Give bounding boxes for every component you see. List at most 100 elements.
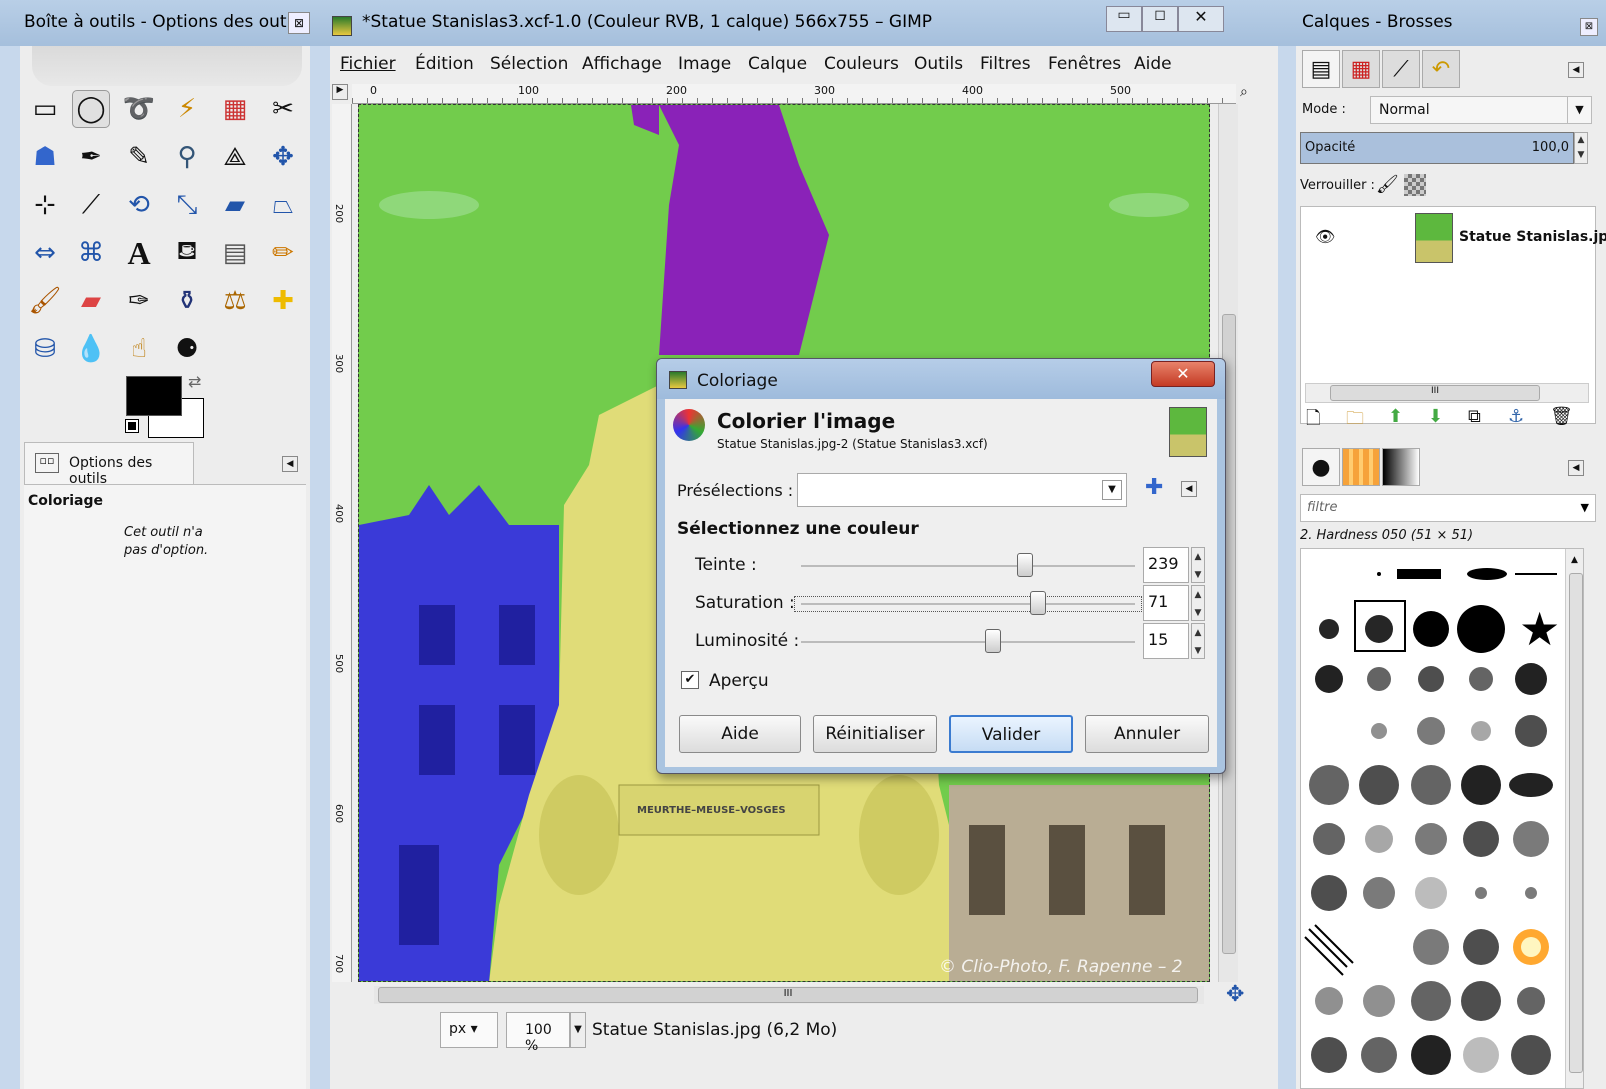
visibility-eye-icon[interactable]: 👁: [1315, 227, 1335, 246]
navigation-move-icon[interactable]: ✥: [1226, 982, 1244, 1007]
layers-close-icon[interactable]: ⊠: [1580, 18, 1598, 36]
text-icon[interactable]: A: [120, 234, 158, 272]
lock-alpha-icon[interactable]: [1404, 174, 1426, 196]
undo-tab-icon[interactable]: ↶: [1422, 50, 1460, 88]
menu-outils[interactable]: Outils: [914, 54, 963, 74]
paths-icon[interactable]: ✒: [72, 138, 110, 176]
navigate-icon[interactable]: ▶: [332, 84, 348, 100]
dodge-burn-icon[interactable]: ⚈: [168, 330, 206, 368]
bucket-fill-icon[interactable]: ⛾: [168, 234, 206, 272]
presets-combo[interactable]: ▼: [797, 473, 1127, 507]
layers-hscroll-thumb[interactable]: III: [1330, 385, 1540, 401]
brush-grid[interactable]: ★ ▲: [1300, 548, 1584, 1089]
rotate-icon[interactable]: ⟲: [120, 186, 158, 224]
dialog-close-button[interactable]: ✕: [1151, 361, 1215, 387]
menu-affichage[interactable]: Affichage: [582, 54, 662, 74]
lightness-value-field[interactable]: 15: [1143, 623, 1189, 659]
rect-select-icon[interactable]: ▭: [26, 90, 64, 128]
duplicate-layer-icon[interactable]: ⧉: [1468, 406, 1481, 427]
ink-icon[interactable]: ⚱: [168, 282, 206, 320]
zoom-select[interactable]: 100 %: [506, 1012, 570, 1054]
toolbox-close-icon[interactable]: ⊠: [288, 12, 310, 34]
delete-layer-icon[interactable]: 🗑: [1550, 406, 1573, 427]
cage-icon[interactable]: ⌘: [72, 234, 110, 272]
ellipse-select-icon[interactable]: ◯: [72, 90, 110, 128]
preview-label[interactable]: Aperçu: [709, 671, 769, 691]
menu-fichier[interactable]: Fichier: [340, 54, 396, 74]
menu-edition[interactable]: Édition: [415, 54, 474, 74]
horizontal-scroll-thumb[interactable]: III: [378, 987, 1198, 1003]
saturation-track[interactable]: [794, 596, 1142, 612]
brushes-menu-icon[interactable]: ◀: [1568, 460, 1584, 476]
preview-checkbox[interactable]: ✔: [681, 671, 699, 689]
lock-paint-icon[interactable]: 🖌: [1376, 174, 1399, 195]
brush-grid-scrollbar[interactable]: ▲: [1565, 549, 1583, 1088]
layers-menu-icon[interactable]: ◀: [1568, 62, 1584, 78]
presets-dropdown-icon[interactable]: ▼: [1102, 480, 1122, 500]
maximize-button[interactable]: ◻: [1142, 6, 1178, 32]
opacity-field[interactable]: Opacité 100,0: [1300, 132, 1574, 164]
heal-icon[interactable]: ✚: [264, 282, 302, 320]
menu-selection[interactable]: Sélection: [490, 54, 568, 74]
lasso-icon[interactable]: ➰: [120, 90, 158, 128]
lightness-track[interactable]: [801, 641, 1135, 643]
flip-icon[interactable]: ⇔: [26, 234, 64, 272]
brush-scroll-up-icon[interactable]: ▲: [1571, 555, 1578, 565]
airbrush-icon[interactable]: ✑: [120, 282, 158, 320]
tool-options-tab[interactable]: ▫▫ Options des outils: [24, 442, 194, 487]
minimize-button[interactable]: ▭: [1106, 6, 1142, 32]
brush-scroll-thumb[interactable]: [1569, 573, 1583, 1073]
paintbrush-icon[interactable]: 🖌: [26, 282, 64, 320]
lightness-spin-arrows[interactable]: ▲ ▼: [1191, 623, 1205, 659]
menu-filtres[interactable]: Filtres: [980, 54, 1031, 74]
lower-layer-icon[interactable]: ⬇: [1428, 406, 1443, 427]
saturation-value-field[interactable]: 71: [1143, 585, 1189, 621]
pencil-icon[interactable]: ✏: [264, 234, 302, 272]
add-preset-icon[interactable]: ✚: [1145, 475, 1163, 500]
saturation-spin-arrows[interactable]: ▲ ▼: [1191, 585, 1205, 621]
move-icon[interactable]: ✥: [264, 138, 302, 176]
hue-slider-thumb[interactable]: [1016, 553, 1033, 577]
saturation-slider-thumb[interactable]: [1030, 591, 1047, 615]
swap-colors-icon[interactable]: ⇄: [188, 372, 201, 391]
zoom-toggle-icon[interactable]: ⌕: [1240, 84, 1248, 100]
new-layer-icon[interactable]: 🗋: [1306, 406, 1320, 436]
patterns-tab-icon[interactable]: [1342, 448, 1380, 486]
cancel-button[interactable]: Annuler: [1085, 715, 1209, 753]
menu-image[interactable]: Image: [678, 54, 731, 74]
horizontal-scrollbar[interactable]: III: [374, 986, 1204, 1004]
zoom-icon[interactable]: ⚲: [168, 138, 206, 176]
channels-tab-icon[interactable]: ▦: [1342, 50, 1380, 88]
layer-group-icon[interactable]: 🗀: [1346, 406, 1364, 436]
layers-hscrollbar[interactable]: III: [1305, 383, 1589, 403]
crop-icon[interactable]: ⟋: [72, 186, 110, 224]
color-picker-icon[interactable]: ✎: [120, 138, 158, 176]
clone-icon[interactable]: ⚖: [216, 282, 254, 320]
mode-select[interactable]: Normal ▼: [1370, 96, 1592, 124]
reset-button[interactable]: Réinitialiser: [813, 715, 937, 753]
hue-track[interactable]: [801, 565, 1135, 567]
fuzzy-select-icon[interactable]: ⚡: [168, 90, 206, 128]
color-select-icon[interactable]: ▦: [216, 90, 254, 128]
hue-value-field[interactable]: 239: [1143, 547, 1189, 583]
perspective-clone-icon[interactable]: ⛁: [26, 330, 64, 368]
blur-icon[interactable]: 💧: [72, 330, 110, 368]
ok-button[interactable]: Valider: [949, 715, 1073, 753]
help-button[interactable]: Aide: [679, 715, 801, 753]
layers-tab-icon[interactable]: ▤: [1302, 50, 1340, 88]
menu-aide[interactable]: Aide: [1134, 54, 1172, 74]
opacity-spin-arrows[interactable]: ▲ ▼: [1574, 132, 1588, 164]
unit-select[interactable]: px ▾: [440, 1012, 498, 1048]
gradient-icon[interactable]: ▤: [216, 234, 254, 272]
scissors-icon[interactable]: ✂: [264, 90, 302, 128]
raise-layer-icon[interactable]: ⬆: [1388, 406, 1403, 427]
default-colors-icon[interactable]: [125, 419, 139, 433]
presets-menu-icon[interactable]: ◀: [1181, 481, 1197, 497]
menu-fenetres[interactable]: Fenêtres: [1048, 54, 1121, 74]
lightness-slider-thumb[interactable]: [985, 629, 1002, 653]
brushes-tab-icon[interactable]: ●: [1302, 448, 1340, 486]
paths-tab-icon[interactable]: ⟋: [1382, 50, 1420, 88]
perspective-icon[interactable]: ⏢: [264, 186, 302, 224]
zoom-dropdown-icon[interactable]: ▼: [570, 1012, 586, 1048]
close-button[interactable]: ✕: [1178, 6, 1224, 32]
